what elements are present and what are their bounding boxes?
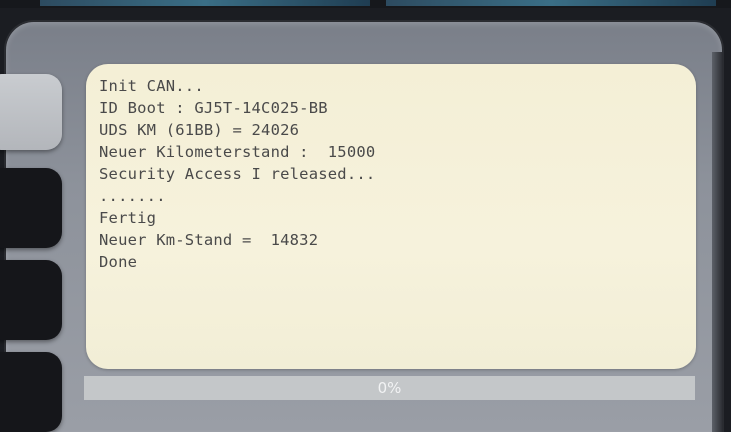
log-line: UDS KM (61BB) = 24026	[99, 121, 300, 139]
device-screen: Init CAN... ID Boot : GJ5T-14C025-BB UDS…	[0, 22, 722, 432]
log-line: Fertig	[99, 209, 157, 227]
side-menu-button-1[interactable]	[0, 74, 62, 150]
side-menu-button-4[interactable]	[0, 352, 62, 432]
top-thumbnail-right	[386, 0, 716, 6]
top-edge-strip	[0, 0, 731, 8]
log-line: Done	[99, 253, 138, 271]
progress-bar: 0%	[84, 376, 695, 400]
log-line: ID Boot : GJ5T-14C025-BB	[99, 99, 328, 117]
top-thumbnail-left	[40, 0, 370, 6]
log-line: Neuer Kilometerstand : 15000	[99, 143, 376, 161]
log-line: Neuer Km-Stand = 14832	[99, 231, 319, 249]
screen-bezel-edge	[712, 52, 722, 432]
side-menu-button-3[interactable]	[0, 260, 62, 340]
log-line: Security Access I released...	[99, 165, 376, 183]
side-menu-button-2[interactable]	[0, 168, 62, 248]
log-line: Init CAN...	[99, 77, 204, 95]
console-output-panel: Init CAN... ID Boot : GJ5T-14C025-BB UDS…	[86, 64, 696, 369]
log-line: .......	[99, 187, 166, 205]
progress-label: 0%	[377, 379, 402, 397]
